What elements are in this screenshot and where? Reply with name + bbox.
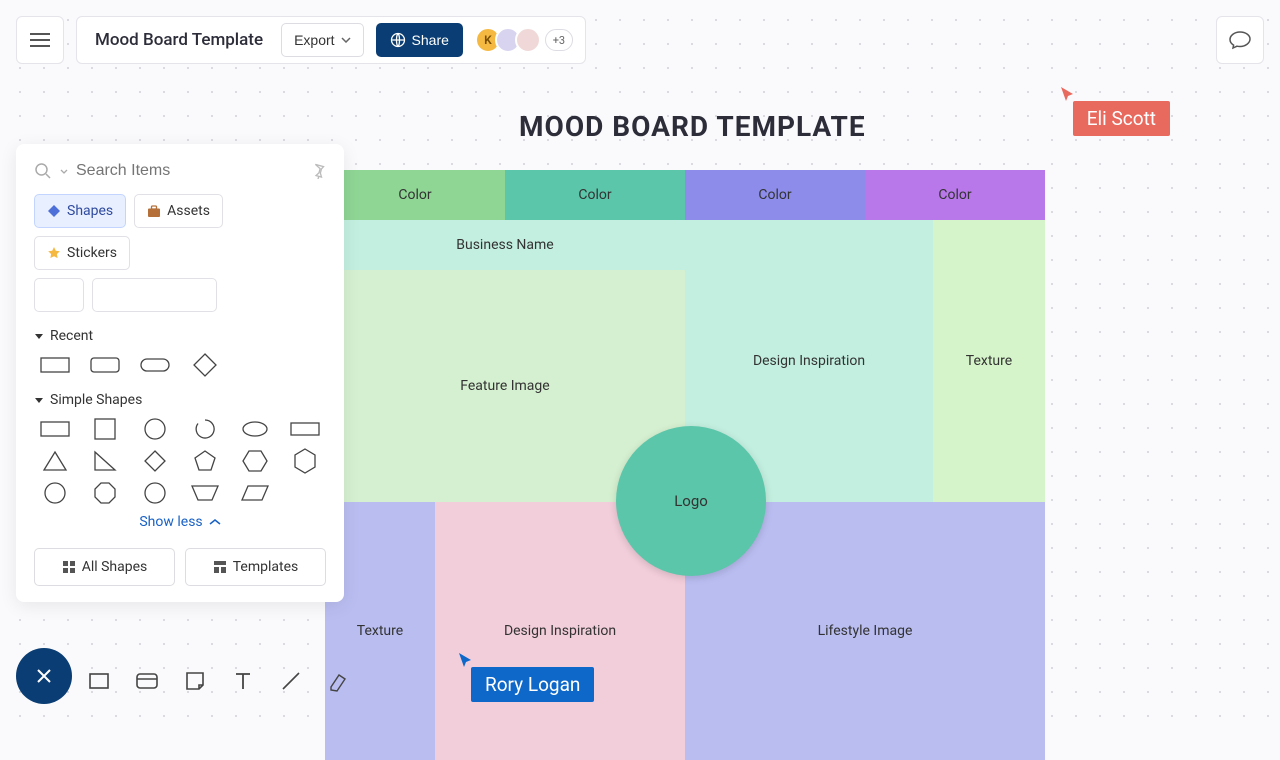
shape-trapezoid[interactable] <box>190 482 220 504</box>
color-swatch[interactable]: Color <box>325 170 505 220</box>
shape-pill[interactable] <box>140 354 170 376</box>
triangle-down-icon <box>34 397 44 404</box>
tool-text[interactable] <box>228 666 258 696</box>
cell-texture[interactable]: Texture <box>933 220 1045 502</box>
briefcase-icon <box>147 205 161 218</box>
shape-triangle[interactable] <box>40 450 70 472</box>
tab-extra[interactable] <box>92 278 217 312</box>
shape-arc[interactable] <box>190 418 220 440</box>
shape-parallelogram[interactable] <box>240 482 270 504</box>
section-simple-header[interactable]: Simple Shapes <box>34 392 326 408</box>
tab-assets[interactable]: Assets <box>134 194 223 228</box>
export-label: Export <box>294 32 334 48</box>
bottom-toolbar <box>84 666 354 696</box>
shape-circle[interactable] <box>140 418 170 440</box>
caret-down-icon <box>60 169 68 174</box>
all-shapes-button[interactable]: All Shapes <box>34 548 175 586</box>
tool-sticky[interactable] <box>180 666 210 696</box>
shape-square[interactable] <box>90 418 120 440</box>
cell-logo[interactable]: Logo <box>616 426 766 576</box>
shape-pentagon[interactable] <box>190 450 220 472</box>
globe-icon <box>390 32 406 48</box>
presence-label: Rory Logan <box>471 667 594 702</box>
tab-shapes[interactable]: Shapes <box>34 194 126 228</box>
cursor-icon <box>1059 85 1075 103</box>
grid-icon <box>62 560 76 574</box>
chevron-up-icon <box>209 518 221 526</box>
tab-extra[interactable] <box>34 278 84 312</box>
export-button[interactable]: Export <box>281 23 363 57</box>
pin-icon[interactable] <box>310 163 326 179</box>
hamburger-menu-button[interactable] <box>16 16 64 64</box>
chevron-down-icon <box>341 37 351 43</box>
shape-hexagon-vert[interactable] <box>290 450 320 472</box>
document-title[interactable]: Mood Board Template <box>89 30 269 50</box>
presence-cursor-eli: Eli Scott <box>1073 101 1170 136</box>
presence-label: Eli Scott <box>1073 101 1170 136</box>
triangle-down-icon <box>34 333 44 340</box>
color-swatch[interactable]: Color <box>685 170 865 220</box>
color-swatch[interactable]: Color <box>505 170 685 220</box>
shape-decagon[interactable] <box>140 482 170 504</box>
shape-octagon[interactable] <box>90 482 120 504</box>
section-recent-header[interactable]: Recent <box>34 328 326 344</box>
title-card: Mood Board Template Export Share K +3 <box>76 16 586 64</box>
shape-wide-rect[interactable] <box>290 418 320 440</box>
shape-rectangle[interactable] <box>40 354 70 376</box>
shape-ellipse[interactable] <box>240 418 270 440</box>
cell-business-name[interactable]: Business Name <box>325 220 685 270</box>
star-icon <box>47 246 61 260</box>
avatar[interactable] <box>515 27 541 53</box>
shape-heptagon[interactable] <box>40 482 70 504</box>
templates-button[interactable]: Templates <box>185 548 326 586</box>
share-label: Share <box>412 32 449 48</box>
search-icon <box>34 162 52 180</box>
avatar-more[interactable]: +3 <box>545 29 573 51</box>
shapes-panel: Shapes Assets Stickers Recent Simple Sha… <box>16 144 344 602</box>
show-less-link[interactable]: Show less <box>34 514 326 530</box>
shape-rounded-rectangle[interactable] <box>90 354 120 376</box>
share-button[interactable]: Share <box>376 23 463 57</box>
search-input[interactable] <box>76 162 302 180</box>
chat-icon <box>1229 30 1251 50</box>
close-panel-button[interactable] <box>16 648 72 704</box>
board-title[interactable]: MOOD BOARD TEMPLATE <box>519 110 866 143</box>
comments-button[interactable] <box>1216 16 1264 64</box>
shape-rectangle[interactable] <box>40 418 70 440</box>
shape-diamond[interactable] <box>190 354 220 376</box>
tab-stickers[interactable]: Stickers <box>34 236 130 270</box>
hamburger-icon <box>30 33 50 47</box>
collaborator-avatars[interactable]: K +3 <box>481 27 573 53</box>
tool-line[interactable] <box>276 666 306 696</box>
shape-diamond[interactable] <box>140 450 170 472</box>
diamond-icon <box>47 204 61 218</box>
presence-cursor-rory: Rory Logan <box>471 667 594 702</box>
tool-card[interactable] <box>132 666 162 696</box>
tool-highlighter[interactable] <box>324 666 354 696</box>
mood-board[interactable]: Color Color Color Color Business Name Fe… <box>325 170 1045 760</box>
cursor-icon <box>457 651 473 669</box>
color-swatch[interactable]: Color <box>865 170 1045 220</box>
tool-rect[interactable] <box>84 666 114 696</box>
shape-right-triangle[interactable] <box>90 450 120 472</box>
templates-icon <box>213 560 227 574</box>
shape-hexagon[interactable] <box>240 450 270 472</box>
close-icon <box>34 666 54 686</box>
